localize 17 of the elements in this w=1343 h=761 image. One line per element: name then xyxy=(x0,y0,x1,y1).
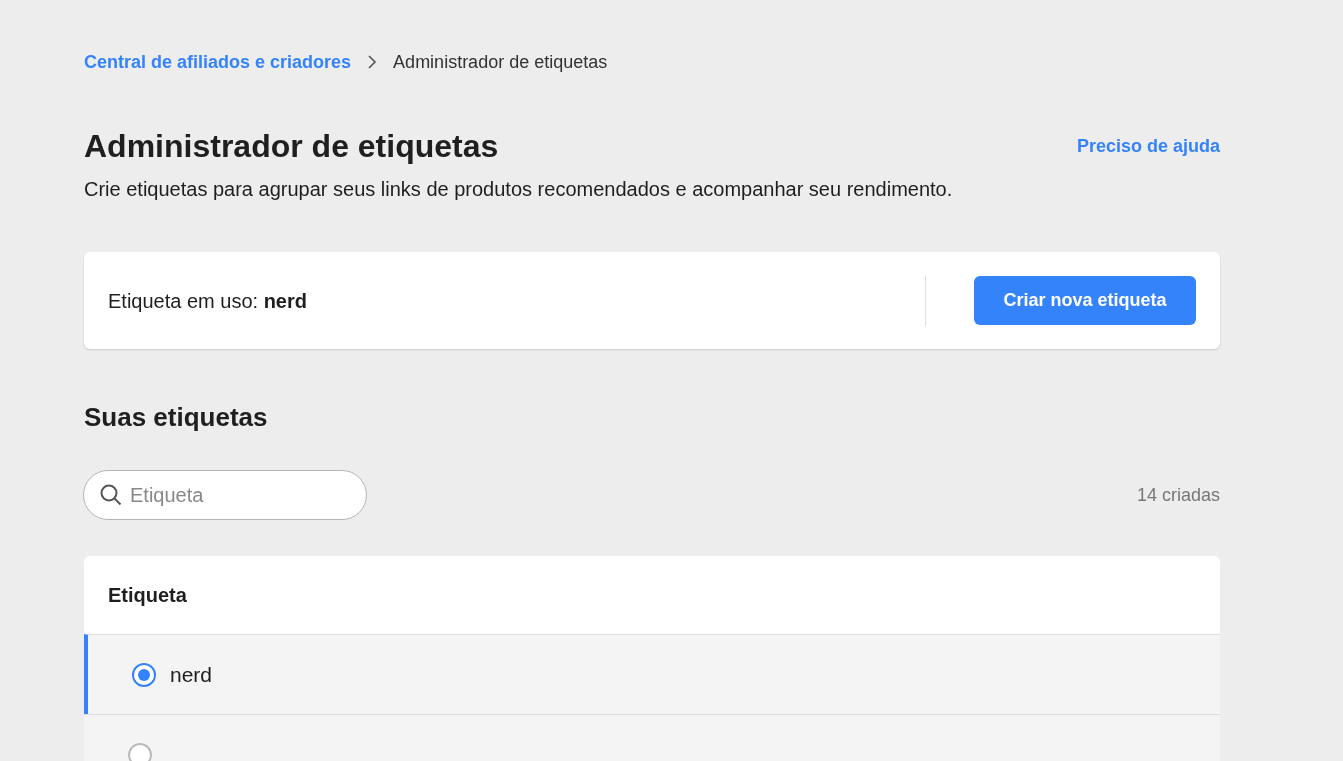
page-description: Crie etiquetas para agrupar seus links de produtos recomendados e acompanhar seu rendimento. xyxy=(84,177,954,202)
current-tag-text: Etiqueta em uso: nerd xyxy=(108,288,308,314)
create-tag-button[interactable]: Criar nova etiqueta xyxy=(974,276,1196,325)
radio-button[interactable] xyxy=(128,742,152,761)
chevron-icon xyxy=(367,55,378,69)
radio-button[interactable] xyxy=(132,662,156,687)
breadcrumb-current: Administrador de etiquetas xyxy=(393,50,608,74)
section-title: Suas etiquetas xyxy=(84,401,269,433)
column-header: Etiqueta xyxy=(107,583,188,608)
breadcrumb-link[interactable]: Central de afiliados e criadores xyxy=(84,48,352,76)
page-title: Administrador de etiquetas xyxy=(84,127,499,166)
tag-row[interactable]: nerd xyxy=(84,634,1220,714)
search-field[interactable]: Etiqueta xyxy=(83,470,367,520)
tag-count: 14 criadas xyxy=(1136,483,1220,507)
search-icon xyxy=(99,483,123,507)
help-link[interactable]: Preciso de ajuda xyxy=(1076,132,1220,160)
tag-name: nerd xyxy=(170,661,213,688)
